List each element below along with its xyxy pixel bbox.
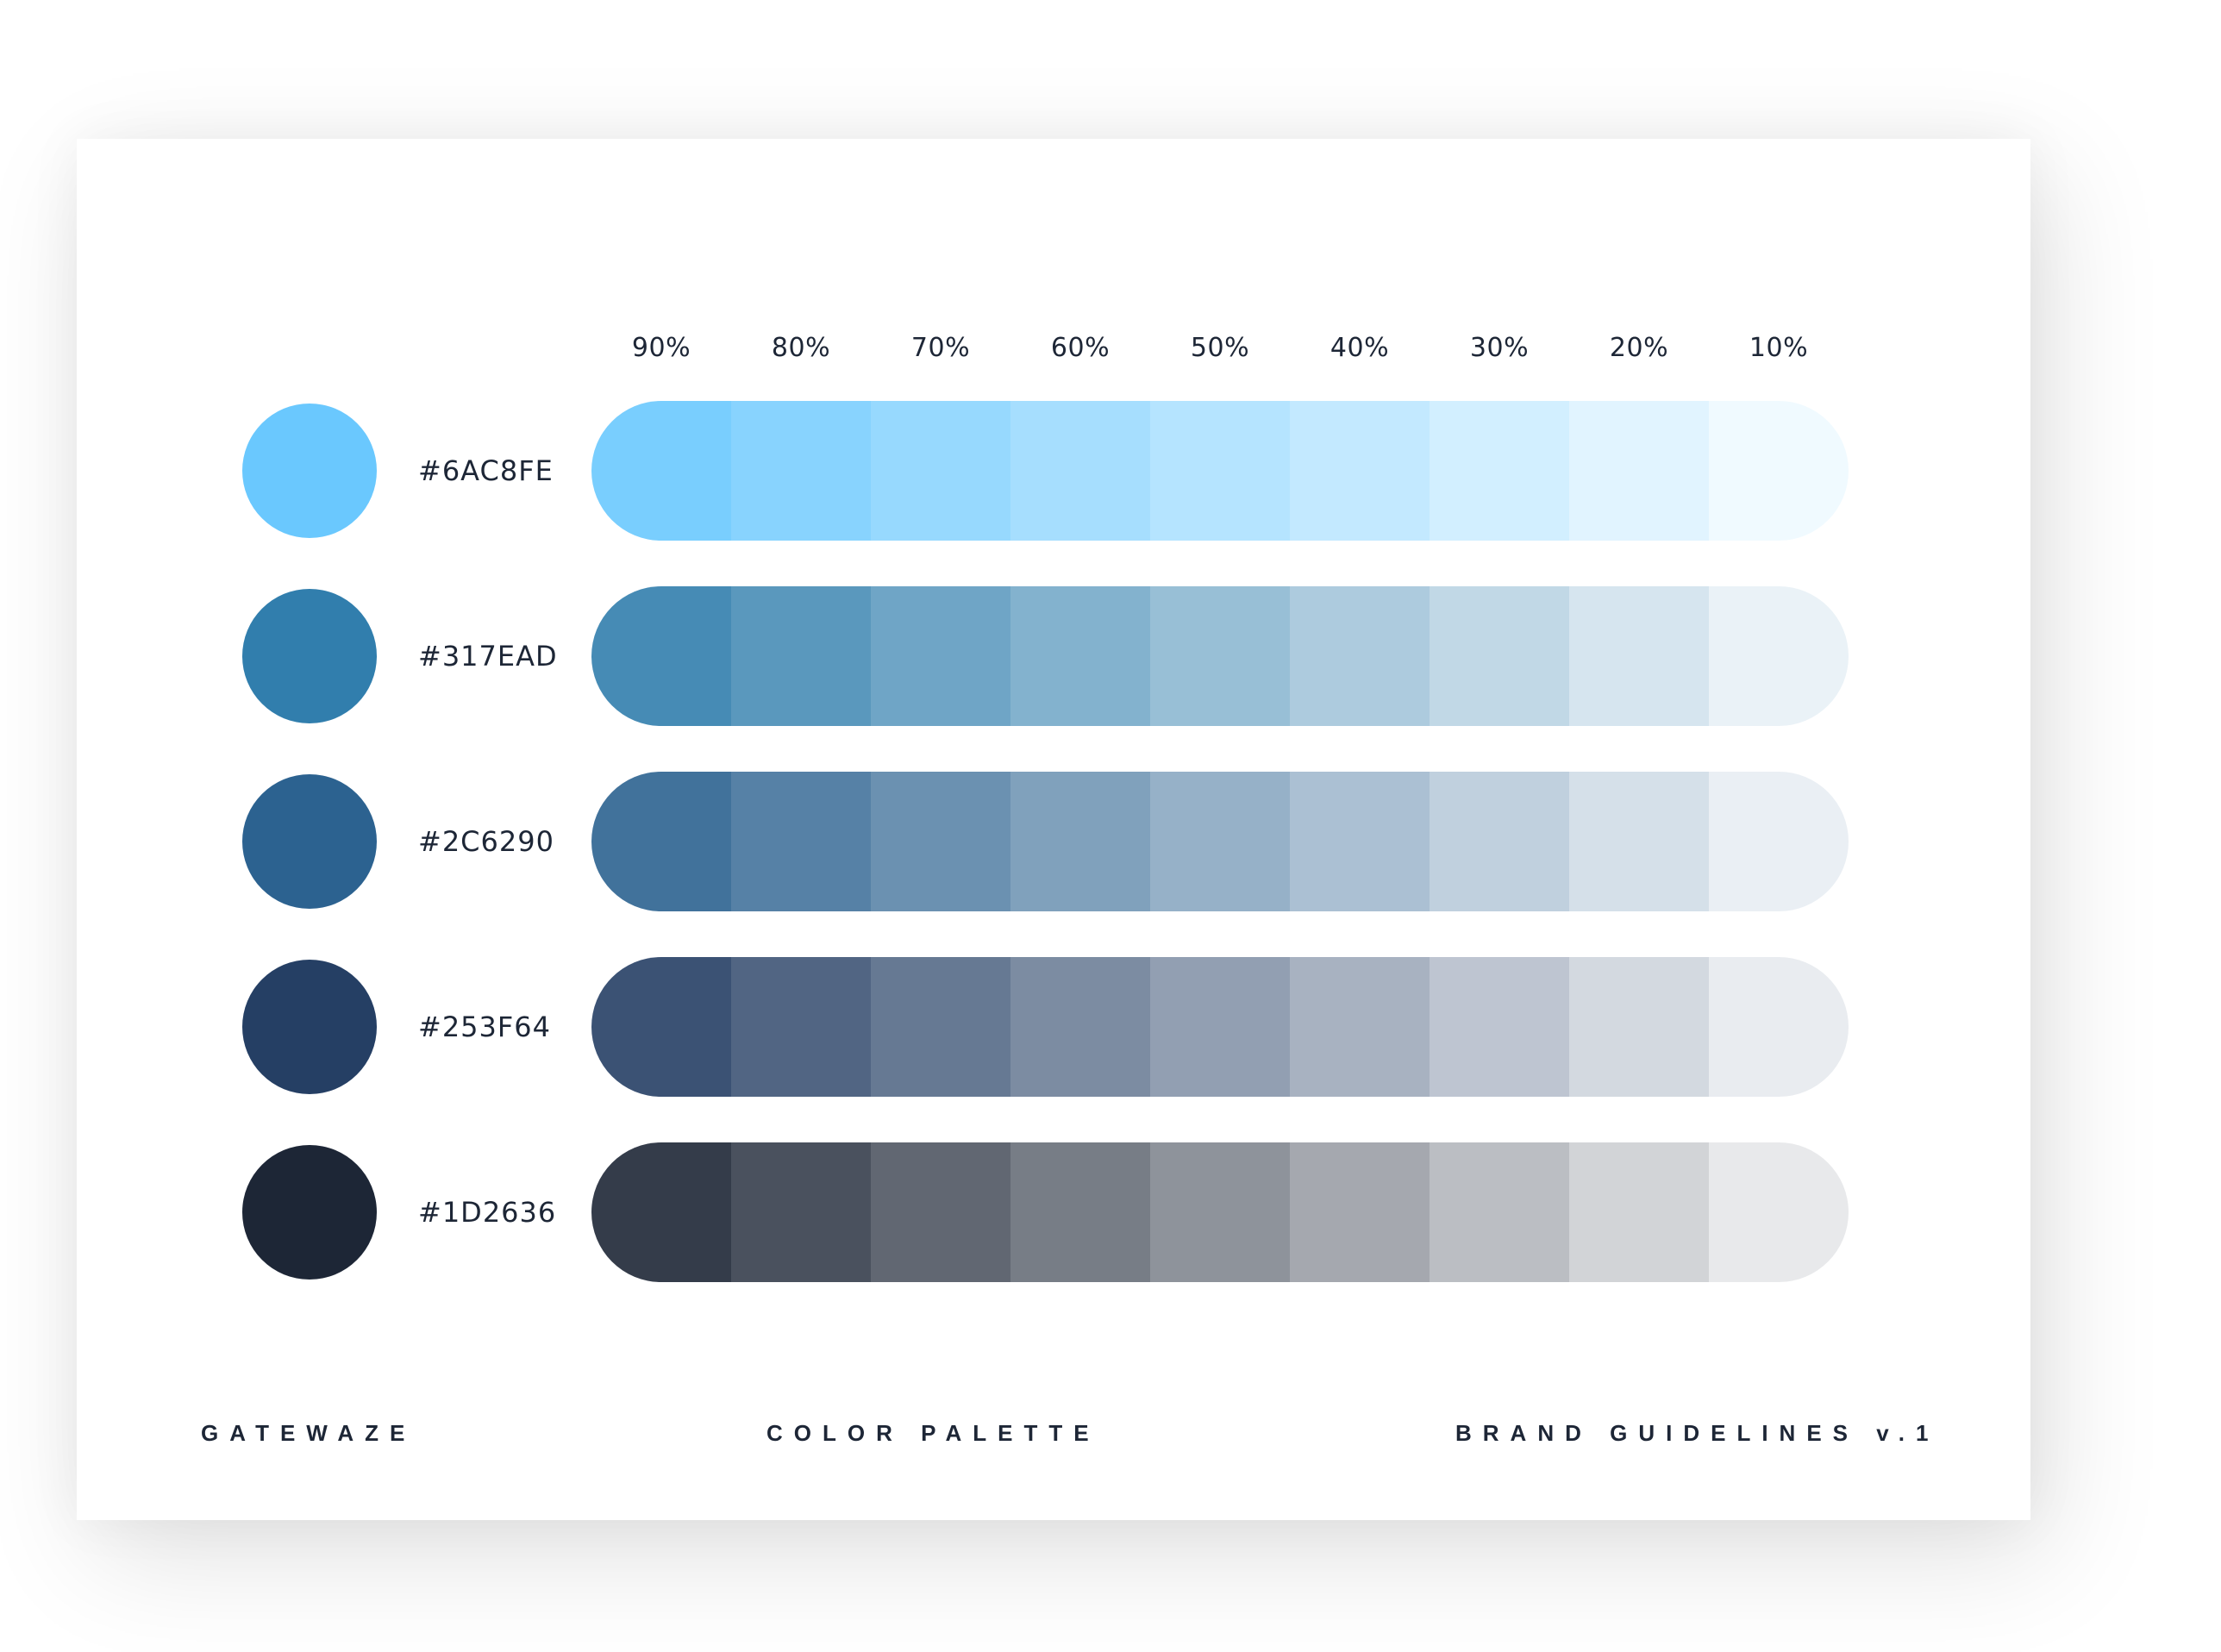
- base-color-circle: [242, 1145, 377, 1280]
- tint-swatch-90: [591, 401, 731, 541]
- tint-swatch-10: [1709, 957, 1849, 1097]
- tint-swatch-70: [871, 586, 1010, 726]
- tint-swatch-10: [1709, 1142, 1849, 1282]
- swatch-row: #1D2636: [77, 1142, 2030, 1282]
- tint-swatch-50: [1150, 957, 1290, 1097]
- percent-label-90: 90%: [631, 333, 691, 363]
- tint-bar: [591, 957, 1849, 1097]
- palette-card: 90% 80% 70% 60% 50% 40% 30% 20% 10% #6AC…: [77, 139, 2030, 1520]
- tint-swatch-30: [1430, 586, 1569, 726]
- tint-swatch-20: [1569, 586, 1709, 726]
- tint-swatch-70: [871, 401, 1010, 541]
- tint-swatch-50: [1150, 401, 1290, 541]
- tint-swatch-20: [1569, 957, 1709, 1097]
- tint-swatch-20: [1569, 772, 1709, 911]
- tint-swatch-30: [1430, 401, 1569, 541]
- tint-swatch-50: [1150, 1142, 1290, 1282]
- tint-swatch-10: [1709, 401, 1849, 541]
- percent-label-60: 60%: [1050, 333, 1110, 363]
- tint-swatch-10: [1709, 772, 1849, 911]
- tint-swatch-20: [1569, 1142, 1709, 1282]
- tint-swatch-80: [731, 586, 871, 726]
- tint-swatch-80: [731, 401, 871, 541]
- hex-code-label: #1D2636: [418, 1196, 557, 1229]
- percent-label-80: 80%: [771, 333, 831, 363]
- hex-code-label: #317EAD: [418, 640, 558, 673]
- swatch-row: #253F64: [77, 957, 2030, 1097]
- tint-swatch-90: [591, 586, 731, 726]
- footer-doc-title: BRAND GUIDELINES v.1: [1455, 1420, 1940, 1446]
- tint-swatch-60: [1010, 401, 1150, 541]
- swatch-row: #6AC8FE: [77, 401, 2030, 541]
- tint-swatch-50: [1150, 586, 1290, 726]
- tint-swatch-30: [1430, 957, 1569, 1097]
- tint-swatch-80: [731, 772, 871, 911]
- tint-swatch-40: [1290, 586, 1430, 726]
- footer-section-title: COLOR PALETTE: [766, 1420, 1100, 1446]
- tint-bar: [591, 1142, 1849, 1282]
- tint-swatch-60: [1010, 1142, 1150, 1282]
- tint-swatch-40: [1290, 401, 1430, 541]
- tint-swatch-90: [591, 772, 731, 911]
- tint-swatch-20: [1569, 401, 1709, 541]
- tint-bar: [591, 586, 1849, 726]
- tint-swatch-60: [1010, 957, 1150, 1097]
- tint-swatch-60: [1010, 586, 1150, 726]
- base-color-circle: [242, 404, 377, 538]
- tint-swatch-70: [871, 1142, 1010, 1282]
- base-color-circle: [242, 774, 377, 909]
- hex-code-label: #253F64: [418, 1011, 552, 1043]
- tint-bar: [591, 772, 1849, 911]
- tint-swatch-90: [591, 1142, 731, 1282]
- percent-label-20: 20%: [1609, 333, 1669, 363]
- base-color-circle: [242, 589, 377, 723]
- tint-swatch-70: [871, 957, 1010, 1097]
- tint-swatch-50: [1150, 772, 1290, 911]
- percent-label-40: 40%: [1329, 333, 1390, 363]
- percent-label-30: 30%: [1469, 333, 1530, 363]
- tint-swatch-40: [1290, 957, 1430, 1097]
- tint-swatch-70: [871, 772, 1010, 911]
- percent-label-50: 50%: [1190, 333, 1250, 363]
- tint-swatch-10: [1709, 586, 1849, 726]
- swatch-row: #317EAD: [77, 586, 2030, 726]
- base-color-circle: [242, 960, 377, 1094]
- tint-swatch-60: [1010, 772, 1150, 911]
- tint-bar: [591, 401, 1849, 541]
- tint-swatch-30: [1430, 772, 1569, 911]
- tint-swatch-80: [731, 1142, 871, 1282]
- tint-swatch-40: [1290, 772, 1430, 911]
- tint-swatch-40: [1290, 1142, 1430, 1282]
- percent-label-10: 10%: [1749, 333, 1809, 363]
- tint-swatch-90: [591, 957, 731, 1097]
- percent-label-70: 70%: [910, 333, 971, 363]
- hex-code-label: #6AC8FE: [418, 454, 554, 487]
- footer-brand: GATEWAZE: [201, 1420, 416, 1446]
- hex-code-label: #2C6290: [418, 825, 554, 858]
- tint-swatch-30: [1430, 1142, 1569, 1282]
- swatch-row: #2C6290: [77, 772, 2030, 911]
- tint-swatch-80: [731, 957, 871, 1097]
